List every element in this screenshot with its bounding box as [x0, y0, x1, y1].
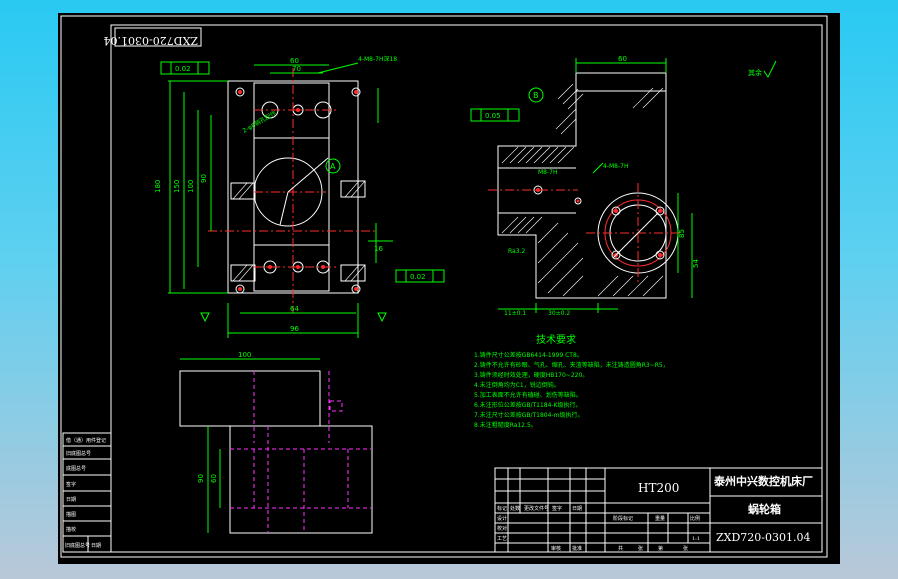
- title-block: 标记 处数 更改文件号 签字 日期 设计 校对 工艺 审核 批准 阶段标记 重量…: [494, 467, 823, 553]
- side-dimensions: 60 85 54 11±0.1 30±0.2 Ra3.2 M8-7H 4-M8-…: [470, 55, 777, 317]
- part-name: 蜗轮箱: [748, 502, 781, 516]
- front-view: [208, 68, 378, 313]
- tb-cell: 工艺: [497, 536, 507, 542]
- tb-cell: 阶段标记: [613, 515, 633, 522]
- side-dim-right-2: 54: [692, 259, 700, 268]
- tb-cell: 第: [658, 545, 663, 552]
- side-dim-top: 60: [618, 55, 627, 63]
- tb-cell: 日期: [572, 506, 582, 512]
- outer-border: [60, 15, 828, 558]
- tb-cell: 张: [683, 545, 688, 552]
- top-dim-height-2: 60: [210, 474, 218, 483]
- dim-width-1: 96: [290, 325, 299, 333]
- tb-cell: 共: [618, 545, 623, 552]
- front-dimensions: 180 150 100 90 96 64 60 70 16 2-φ6销孔配作 4…: [154, 55, 445, 338]
- side-label: 日期: [66, 497, 76, 503]
- side-label: 日期: [91, 543, 101, 549]
- tb-cell: 设计: [497, 515, 507, 522]
- side-label: 旧底图总号: [65, 542, 90, 549]
- tech-req-line: 1.铸件尺寸公差按GB6414-1999 CT8。: [474, 351, 583, 359]
- material-label: HT200: [638, 481, 679, 495]
- datum-b: B: [533, 91, 539, 100]
- side-label: 旧底图总号: [66, 450, 91, 457]
- tb-cell: 更改文件号: [524, 505, 549, 512]
- company-name: 泰州中兴数控机床厂: [713, 474, 813, 488]
- side-label: 底图总号: [66, 465, 86, 472]
- side-label: 签字: [66, 481, 76, 488]
- hole-note: 2-φ6销孔配作: [241, 109, 278, 135]
- side-label: 借（通）用件登记: [66, 437, 106, 444]
- roughness-note: 其余: [748, 68, 762, 77]
- side-label: 描图: [66, 511, 76, 518]
- dim-height-2: 150: [173, 180, 181, 193]
- drawing-frame: [110, 24, 823, 553]
- tb-cell: 张: [638, 545, 643, 552]
- tech-req-title: 技术要求: [536, 333, 576, 346]
- tech-req-line: 7.未注尺寸公差按GB/T1804-m级执行。: [474, 411, 583, 419]
- side-view: [488, 72, 683, 299]
- top-dim-height-1: 90: [197, 474, 205, 483]
- tb-cell: 审核: [551, 545, 561, 552]
- tb-cell: 批准: [572, 545, 582, 552]
- dim-height-4: 90: [200, 174, 208, 183]
- drawing-number-main: ZXD720-0301.04: [716, 531, 811, 544]
- side-dim-bottom-1: 11±0.1: [504, 310, 526, 317]
- dim-height-3: 100: [187, 180, 195, 193]
- tech-req-line: 8.未注粗糙度Ra12.5。: [474, 421, 537, 429]
- tech-req-line: 4.未注倒角均为C1，锐边倒钝。: [474, 381, 560, 389]
- gdt-value-3: 0.02: [410, 273, 426, 281]
- tb-cell: 1:1: [692, 536, 700, 542]
- side-label: 描校: [66, 526, 76, 533]
- side-thread-note: 4-M8-7H: [603, 163, 628, 170]
- side-roughness: Ra3.2: [508, 248, 525, 255]
- tb-cell: 处数: [510, 505, 520, 512]
- dim-width-4: 70: [292, 65, 301, 73]
- dim-width-3: 60: [290, 57, 299, 65]
- dim-width-2: 64: [290, 305, 299, 313]
- tech-req-line: 3.铸件须经时效处理，硬度HB170~220。: [474, 371, 588, 379]
- side-dim-bottom-2: 30±0.2: [548, 310, 570, 317]
- gdt-value-2: 0.05: [485, 112, 501, 120]
- tech-req-line: 6.未注形位公差按GB/T1184-K级执行。: [474, 401, 582, 409]
- tb-cell: 签字: [552, 505, 562, 512]
- dim-height-1: 180: [154, 180, 162, 193]
- tb-cell: 标记: [497, 505, 507, 512]
- tb-cell: 校对: [497, 525, 507, 532]
- gdt-value-1: 0.02: [175, 65, 191, 73]
- cad-drawing: ZXD720-0301.04 180 150 100 90 96 64 60 7…: [60, 15, 828, 558]
- tb-cell: 重量: [655, 515, 665, 522]
- datum-a: A: [330, 162, 336, 171]
- drawing-number-mirrored: ZXD720-0301.04: [104, 34, 199, 47]
- thread-note-top: 4-M8-7H深18: [358, 55, 397, 63]
- tech-requirements: 技术要求 1.铸件尺寸公差按GB6414-1999 CT8。 2.铸件不允许有砂…: [474, 333, 669, 429]
- top-dim-width: 100: [238, 351, 251, 359]
- side-dim-right-1: 85: [678, 229, 686, 238]
- top-view: 100 90 60: [179, 351, 373, 534]
- tech-req-line: 5.加工表面不允许有磕碰、划伤等缺陷。: [474, 391, 582, 399]
- side-strip-table: 借（通）用件登记 旧底图总号 底图总号 签字 日期 描图 描校 旧底图总号 日期: [62, 432, 112, 553]
- dim-small-1: 16: [374, 245, 383, 253]
- tb-cell: 比例: [690, 515, 700, 522]
- side-thread: M8-7H: [538, 169, 558, 176]
- drawing-sheet: ZXD720-0301.04 180 150 100 90 96 64 60 7…: [58, 13, 840, 564]
- tech-req-line: 2.铸件不允许有砂眼、气孔、缩孔、夹渣等缺陷，未注铸造圆角R3~R5，: [474, 361, 669, 369]
